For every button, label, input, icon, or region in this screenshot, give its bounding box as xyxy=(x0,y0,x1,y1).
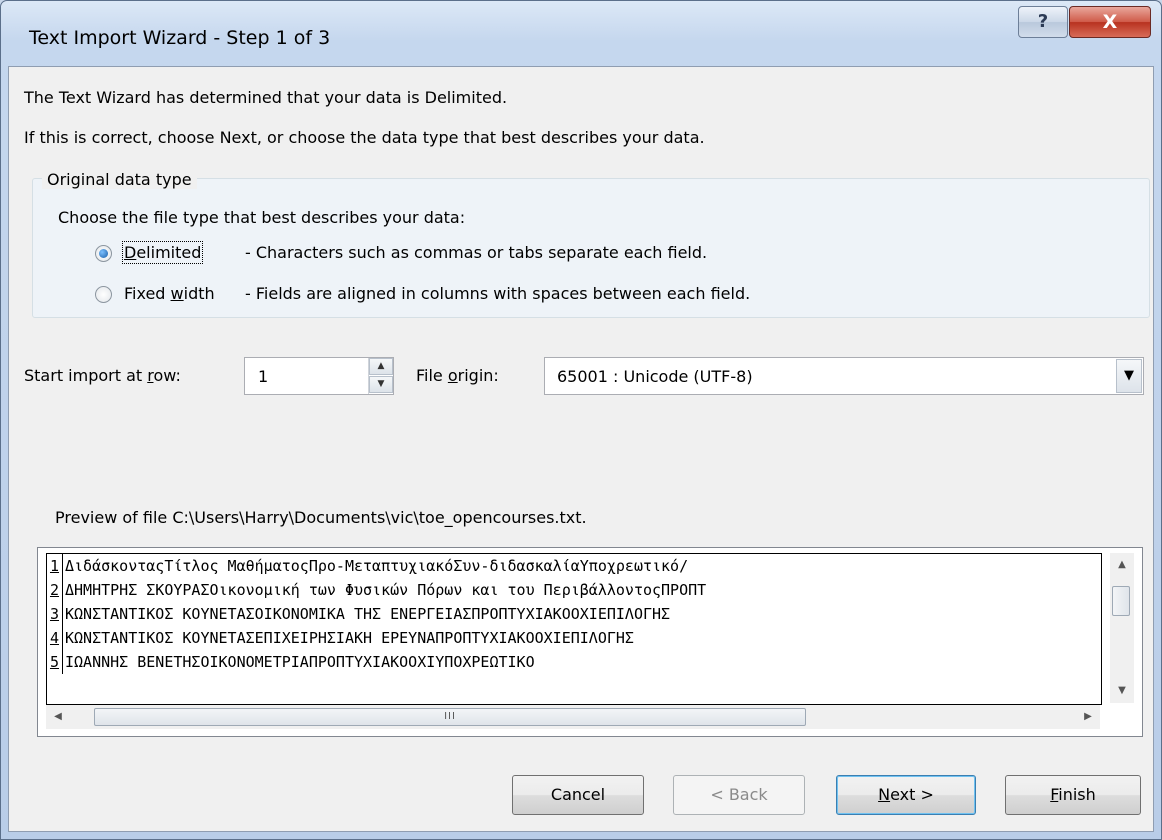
grip-icon: III xyxy=(444,711,456,722)
scroll-up-icon[interactable]: ▲ xyxy=(1110,553,1134,577)
finish-button[interactable]: Finish xyxy=(1005,775,1141,815)
preview-text-area[interactable]: 1 ΔιδάσκονταςΤίτλος ΜαθήματοςΠρο-Μεταπτυχ… xyxy=(46,553,1102,705)
help-icon: ? xyxy=(1037,11,1049,32)
stepper-down-icon[interactable]: ▼ xyxy=(369,376,393,393)
preview-horizontal-scrollbar[interactable]: ◀ III ▶ xyxy=(46,705,1100,729)
next-button[interactable]: Next > xyxy=(836,775,976,815)
close-icon: X xyxy=(1102,11,1118,33)
start-row-stepper[interactable]: 1 ▲ ▼ xyxy=(244,357,394,395)
title-bar[interactable]: Text Import Wizard - Step 1 of 3 ? X xyxy=(1,1,1161,61)
start-row-value[interactable]: 1 xyxy=(258,367,268,386)
group-legend: Original data type xyxy=(42,170,197,189)
intro-line-1: The Text Wizard has determined that your… xyxy=(24,88,508,107)
fixed-width-radio[interactable] xyxy=(95,286,112,303)
file-origin-label: File origin: xyxy=(416,366,499,385)
preview-vertical-scrollbar[interactable]: ▲ ▼ xyxy=(1110,553,1134,703)
preview-label: Preview of file C:\Users\Harry\Documents… xyxy=(55,508,587,527)
preview-line: 5 ΙΩΑΝΝΗΣ ΒΕΝΕΤΗΣΟΙΚΟΝΟΜΕΤΡΙΑΠΡΟΠΤΥΧΙΑΚΟΟ… xyxy=(47,650,1101,674)
vertical-scroll-thumb[interactable] xyxy=(1112,586,1130,616)
preview-line: 1 ΔιδάσκονταςΤίτλος ΜαθήματοςΠρο-Μεταπτυχ… xyxy=(47,554,1101,578)
file-origin-dropdown[interactable]: 65001 : Unicode (UTF-8) ▼ xyxy=(544,357,1144,395)
delimited-label[interactable]: Delimited xyxy=(121,241,204,264)
back-button[interactable]: < Back xyxy=(673,775,805,815)
start-row-label: Start import at row: xyxy=(24,366,181,385)
cancel-button[interactable]: Cancel xyxy=(512,775,644,815)
window-title: Text Import Wizard - Step 1 of 3 xyxy=(29,27,331,49)
delimited-description: - Characters such as commas or tabs sepa… xyxy=(245,243,708,262)
file-type-prompt: Choose the file type that best describes… xyxy=(58,208,466,227)
preview-line: 2 ΔΗΜΗΤΡΗΣ ΣΚΟΥΡΑΣΟικονομική των Φυσικών … xyxy=(47,578,1101,602)
intro-line-2: If this is correct, choose Next, or choo… xyxy=(24,128,705,147)
chevron-down-icon[interactable]: ▼ xyxy=(1116,359,1142,393)
close-button[interactable]: X xyxy=(1069,6,1151,38)
horizontal-scroll-thumb[interactable]: III xyxy=(94,708,806,726)
stepper-up-icon[interactable]: ▲ xyxy=(369,358,393,375)
scroll-left-icon[interactable]: ◀ xyxy=(46,705,70,729)
fixed-width-description: - Fields are aligned in columns with spa… xyxy=(245,284,751,303)
preview-line: 4 ΚΩΝΣΤΑΝΤΙΚΟΣ ΚΟΥΝΕΤΑΣΕΠΙΧΕΙΡΗΣΙΑΚΗ ΕΡΕΥ… xyxy=(47,626,1101,650)
help-button[interactable]: ? xyxy=(1018,6,1068,38)
file-preview[interactable]: 1 ΔιδάσκονταςΤίτλος ΜαθήματοςΠρο-Μεταπτυχ… xyxy=(37,547,1143,737)
fixed-width-label[interactable]: Fixed width xyxy=(124,284,215,303)
file-origin-value: 65001 : Unicode (UTF-8) xyxy=(557,367,753,386)
scroll-down-icon[interactable]: ▼ xyxy=(1110,679,1134,703)
preview-line: 3 ΚΩΝΣΤΑΝΤΙΚΟΣ ΚΟΥΝΕΤΑΣΟΙΚΟΝΟΜΙΚΑ ΤΗΣ ΕΝΕ… xyxy=(47,602,1101,626)
delimited-radio[interactable] xyxy=(95,245,112,262)
stepper-buttons: ▲ ▼ xyxy=(368,358,393,394)
scroll-right-icon[interactable]: ▶ xyxy=(1076,705,1100,729)
